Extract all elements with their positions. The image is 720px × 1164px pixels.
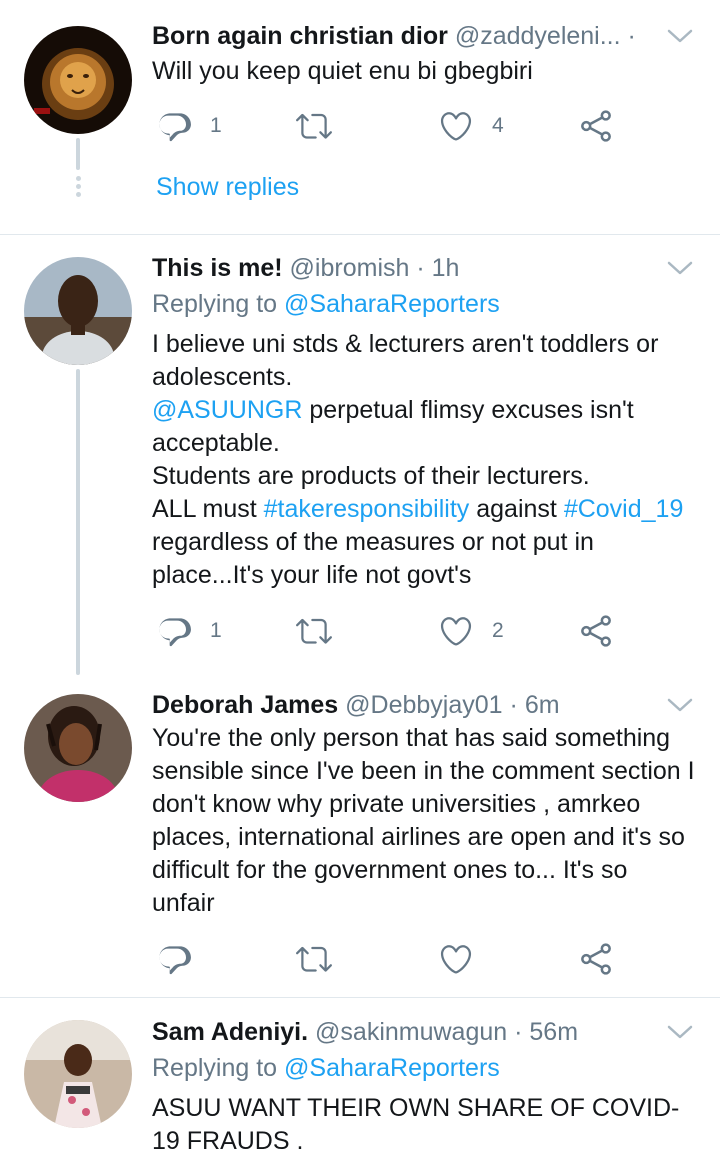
replying-to: Replying to @SaharaReporters [152, 288, 500, 320]
separator: · [514, 1018, 523, 1046]
hashtag-link[interactable]: #takeresponsibility [264, 495, 470, 523]
replying-to-link[interactable]: @SaharaReporters [284, 290, 500, 318]
like-button[interactable]: 2 [438, 611, 504, 651]
replying-to-link[interactable]: @SaharaReporters [284, 1054, 500, 1082]
display-name[interactable]: Born again christian dior [152, 22, 448, 50]
like-icon [438, 941, 474, 977]
share-icon [578, 941, 614, 977]
tweet-header: Born again christian dior @zaddyeleni...… [152, 20, 640, 52]
user-handle[interactable]: @ibromish [290, 254, 410, 282]
chevron-down-icon[interactable] [666, 26, 694, 46]
display-name[interactable]: Deborah James [152, 691, 338, 719]
reply-icon [156, 108, 192, 144]
retweet-button[interactable] [296, 106, 332, 146]
tweet-text: You're the only person that has said som… [152, 724, 695, 917]
tweet-actions [152, 939, 632, 979]
reply-count: 1 [210, 114, 222, 137]
display-name[interactable]: This is me! [152, 254, 283, 282]
tweet-actions: 1 4 [152, 106, 632, 146]
timestamp[interactable]: 1h [432, 254, 460, 282]
like-button[interactable]: 4 [438, 106, 504, 146]
separator: · [627, 22, 636, 50]
separator: · [509, 691, 518, 719]
tweet-header: This is me! @ibromish · 1h [152, 252, 640, 284]
chevron-down-icon[interactable] [666, 1022, 694, 1042]
replying-to-label: Replying to [152, 290, 278, 318]
retweet-icon [296, 108, 332, 144]
separator: · [416, 254, 425, 282]
reply-icon [156, 613, 192, 649]
retweet-icon [296, 941, 332, 977]
avatar[interactable] [24, 694, 132, 802]
share-button[interactable] [578, 611, 614, 651]
thread-line [76, 369, 80, 675]
timestamp[interactable]: 6m [525, 691, 560, 719]
share-icon [578, 613, 614, 649]
mention-link[interactable]: @ASUUNGR [152, 396, 302, 424]
avatar[interactable] [24, 26, 132, 134]
replying-to-label: Replying to [152, 1054, 278, 1082]
reply-button[interactable] [156, 939, 210, 979]
user-handle[interactable]: @Debbyjay01 [345, 691, 502, 719]
text-segment: against [469, 495, 564, 523]
chevron-down-icon[interactable] [666, 695, 694, 715]
tweet-header: Deborah James @Debbyjay01 · 6m [152, 689, 640, 721]
retweet-icon [296, 613, 332, 649]
like-count: 4 [492, 114, 504, 137]
tweet-text: Will you keep quiet enu bi gbegbiri [152, 57, 533, 85]
reply-button[interactable]: 1 [156, 106, 222, 146]
tweet-text: ASUU WANT THEIR OWN SHARE OF COVID-19 FR… [152, 1094, 680, 1155]
tweet[interactable]: Deborah James @Debbyjay01 · 6m You're th… [0, 675, 720, 997]
tweet[interactable]: This is me! @ibromish · 1h Replying to @… [0, 235, 720, 675]
thread-dots [74, 176, 82, 200]
like-count: 2 [492, 619, 504, 642]
hashtag-link[interactable]: #Covid_19 [564, 495, 684, 523]
user-handle[interactable]: @zaddyeleni... [455, 22, 621, 50]
replying-to: Replying to @SaharaReporters [152, 1052, 500, 1084]
share-icon [578, 108, 614, 144]
chevron-down-icon[interactable] [666, 258, 694, 278]
tweet-text: I believe uni stds & lecturers aren't to… [152, 328, 696, 592]
share-button[interactable] [578, 939, 614, 979]
like-icon [438, 108, 474, 144]
thread-line [76, 138, 80, 170]
text-segment: regardless of the measures or not put in… [152, 528, 594, 589]
tweet[interactable]: Sam Adeniyi. @sakinmuwagun · 56m Replyin… [0, 998, 720, 1164]
avatar[interactable] [24, 1020, 132, 1128]
retweet-button[interactable] [296, 611, 332, 651]
like-icon [438, 613, 474, 649]
timestamp[interactable]: 56m [529, 1018, 578, 1046]
avatar[interactable] [24, 257, 132, 365]
user-handle[interactable]: @sakinmuwagun [315, 1018, 507, 1046]
display-name[interactable]: Sam Adeniyi. [152, 1018, 308, 1046]
like-button[interactable] [438, 939, 492, 979]
reply-button[interactable]: 1 [156, 611, 222, 651]
show-replies-link[interactable]: Show replies [156, 173, 299, 202]
tweet[interactable]: Born again christian dior @zaddyeleni...… [0, 0, 720, 234]
retweet-button[interactable] [296, 939, 332, 979]
text-segment: I believe uni stds & lecturers aren't to… [152, 330, 659, 391]
share-button[interactable] [578, 106, 614, 146]
tweet-actions: 1 2 [152, 611, 632, 651]
tweet-header: Sam Adeniyi. @sakinmuwagun · 56m [152, 1016, 640, 1048]
reply-icon [156, 941, 192, 977]
reply-count: 1 [210, 619, 222, 642]
